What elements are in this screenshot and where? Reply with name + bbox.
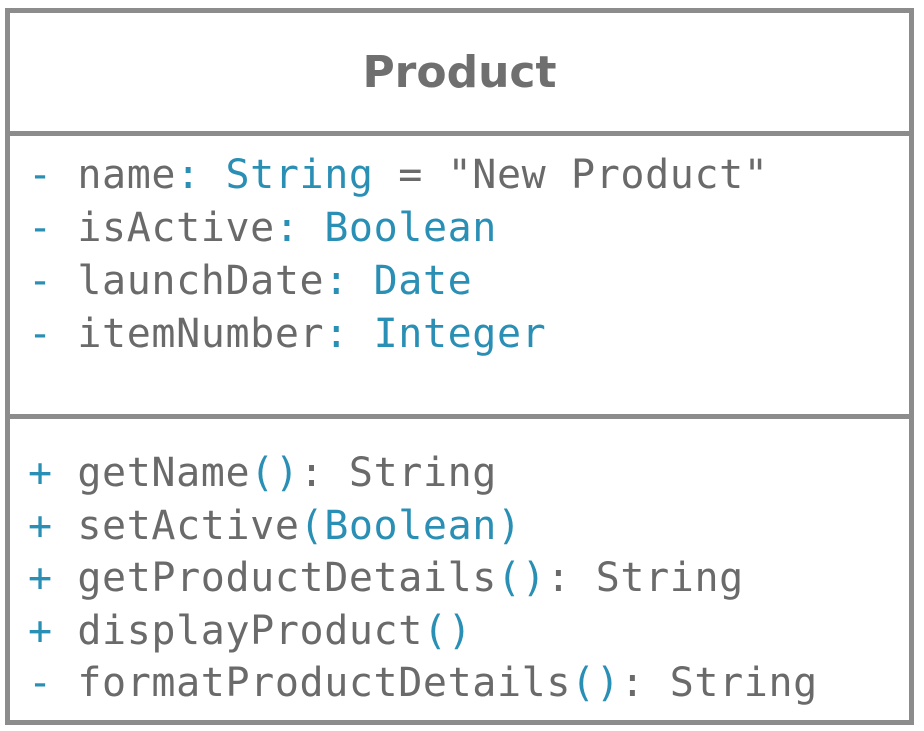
attribute-name: name xyxy=(77,152,177,198)
operation-params: () xyxy=(571,660,621,706)
operation-row: + getName(): String xyxy=(28,447,497,499)
attribute-row: - itemNumber: Integer xyxy=(28,308,546,360)
class-name: Product xyxy=(362,46,557,98)
operation-row: - formatProductDetails(): String xyxy=(28,657,818,709)
type-separator: : xyxy=(176,152,226,198)
attribute-default: = "New Product" xyxy=(373,152,769,198)
visibility-marker: - xyxy=(28,205,53,251)
attribute-type: Boolean xyxy=(324,205,497,251)
visibility-marker: + xyxy=(28,503,53,549)
operation-name: getProductDetails xyxy=(77,555,497,601)
visibility-marker: - xyxy=(28,311,53,357)
type-separator: : xyxy=(274,205,325,251)
attribute-type: Date xyxy=(373,258,473,304)
operations-compartment: + getName(): String + setActive(Boolean)… xyxy=(10,419,909,720)
attribute-type: Integer xyxy=(373,311,547,357)
attribute-type: String xyxy=(225,152,374,198)
operation-return: : String xyxy=(299,450,497,496)
attribute-row: - name: String = "New Product" xyxy=(28,149,769,201)
operation-return: : String xyxy=(546,555,744,601)
attribute-name: isActive xyxy=(77,205,275,251)
attribute-row: - launchDate: Date xyxy=(28,255,472,307)
type-separator: : xyxy=(324,258,374,304)
attribute-name: launchDate xyxy=(77,258,325,304)
operation-name: getName xyxy=(77,450,251,496)
visibility-marker: + xyxy=(28,555,53,601)
attribute-row: - isActive: Boolean xyxy=(28,202,497,254)
visibility-marker: - xyxy=(28,258,53,304)
class-header: Product xyxy=(10,13,909,136)
operation-name: displayProduct xyxy=(77,608,423,654)
operation-row: + displayProduct() xyxy=(28,605,472,657)
attribute-name: itemNumber xyxy=(77,311,325,357)
operation-name: setActive xyxy=(77,503,300,549)
operation-params: () xyxy=(250,450,300,496)
visibility-marker: - xyxy=(28,660,53,706)
visibility-marker: - xyxy=(28,152,53,198)
visibility-marker: + xyxy=(28,450,53,496)
type-separator: : xyxy=(324,311,374,357)
operation-row: + setActive(Boolean) xyxy=(28,500,522,552)
operation-params: () xyxy=(422,608,473,654)
uml-class-box: Product - name: String = "New Product" -… xyxy=(5,8,914,725)
visibility-marker: + xyxy=(28,608,53,654)
operation-params: () xyxy=(496,555,547,601)
operation-row: + getProductDetails(): String xyxy=(28,552,744,604)
operation-name: formatProductDetails xyxy=(77,660,572,706)
attributes-compartment: - name: String = "New Product" - isActiv… xyxy=(10,136,909,419)
operation-return: : String xyxy=(620,660,818,706)
operation-params: (Boolean) xyxy=(299,503,522,549)
